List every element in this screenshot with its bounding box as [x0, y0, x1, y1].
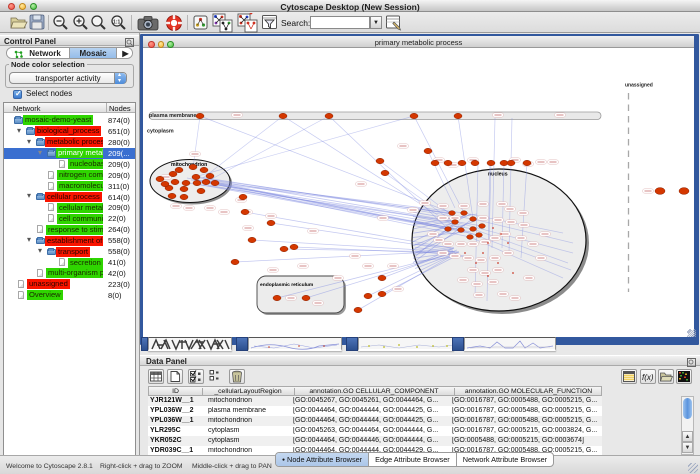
svg-text:unassigned: unassigned: [625, 82, 653, 88]
svg-text:plasma membrane: plasma membrane: [149, 113, 196, 119]
svg-text:endoplasmic reticulum: endoplasmic reticulum: [260, 282, 314, 288]
svg-text:1:1: 1:1: [113, 20, 120, 26]
svg-text:cytoplasm: cytoplasm: [147, 128, 174, 134]
